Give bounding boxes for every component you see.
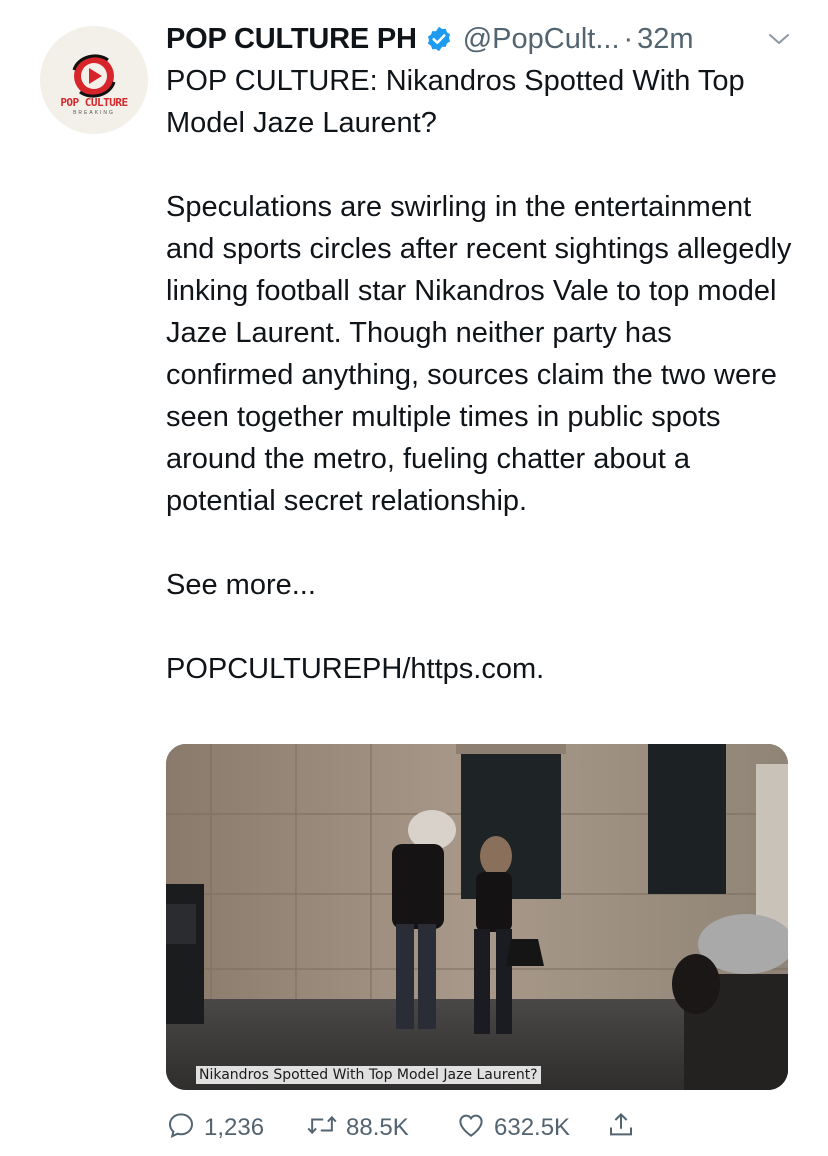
timestamp[interactable]: 32m — [637, 23, 693, 56]
source-link[interactable]: POPCULTUREPH/https.com. — [166, 648, 806, 690]
separator-dot: · — [623, 22, 634, 55]
share-button[interactable] — [606, 1110, 644, 1147]
chevron-down-icon[interactable] — [764, 24, 794, 54]
display-name[interactable]: POP CULTURE PH — [166, 23, 417, 56]
verified-badge-icon — [425, 25, 453, 53]
tweet-text: POP CULTURE: Nikandros Spotted With Top … — [166, 60, 806, 690]
like-button[interactable]: 632.5K — [456, 1110, 606, 1147]
tweet-header: POP CULTURE PH @PopCult... · 32m — [166, 18, 778, 60]
retweet-button[interactable]: 88.5K — [306, 1110, 456, 1147]
retweet-count: 88.5K — [346, 1114, 409, 1141]
body-paragraph: Speculations are swirling in the enterta… — [166, 191, 792, 517]
like-icon — [456, 1110, 494, 1147]
like-count: 632.5K — [494, 1114, 571, 1141]
photo-caption: Nikandros Spotted With Top Model Jaze La… — [196, 1066, 541, 1084]
action-bar: 1,236 88.5K 632.5K — [166, 1108, 726, 1148]
share-icon — [606, 1110, 644, 1147]
pop-culture-logo — [72, 54, 116, 98]
street-photo — [166, 744, 788, 1090]
handle[interactable]: @PopCult... — [463, 23, 620, 56]
headline: POP CULTURE: Nikandros Spotted With Top … — [166, 65, 745, 139]
retweet-icon — [306, 1110, 346, 1147]
reply-icon — [166, 1110, 204, 1147]
see-more-link[interactable]: See more... — [166, 564, 806, 606]
logo-text: POP CULTURE — [60, 96, 128, 109]
tweet-photo[interactable]: Nikandros Spotted With Top Model Jaze La… — [166, 744, 788, 1090]
avatar[interactable]: POP CULTURE BREAKING — [40, 26, 148, 134]
reply-count: 1,236 — [204, 1114, 265, 1141]
reply-button[interactable]: 1,236 — [166, 1110, 306, 1147]
logo-subtext: BREAKING — [73, 110, 115, 116]
